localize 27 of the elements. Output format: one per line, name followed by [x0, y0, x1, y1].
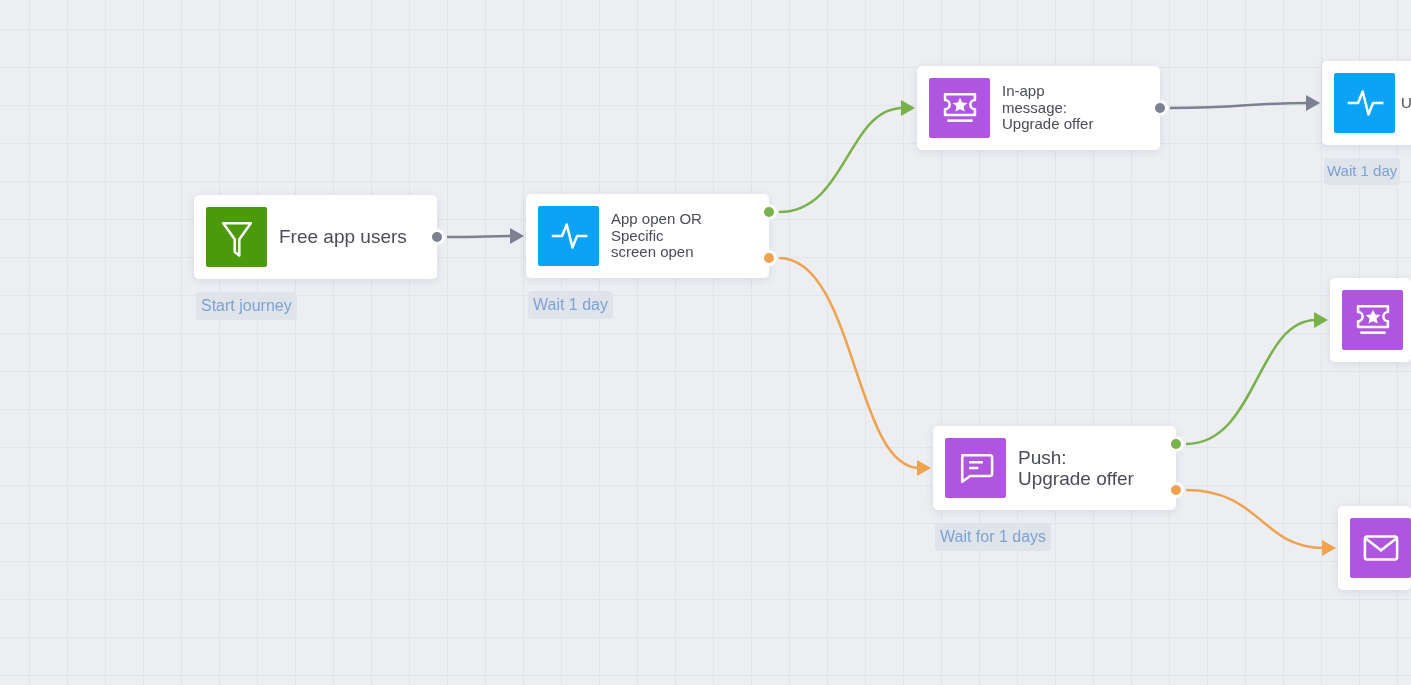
chat-icon [945, 438, 1006, 498]
output-port[interactable] [1168, 482, 1184, 498]
node-title: In-app message: Upgrade offer [1002, 82, 1094, 134]
output-port[interactable] [1168, 436, 1184, 452]
node-card[interactable]: Push: Upgrade offer [933, 426, 1176, 510]
node-title: App open OR Specific screen open [611, 210, 702, 262]
wait-label: Wait 1 day [1324, 158, 1401, 185]
wait-label: Wait for 1 days [935, 523, 1052, 551]
funnel-icon [206, 207, 267, 267]
node-card[interactable]: In-app message: Upgrade offer [917, 66, 1160, 150]
node-title: Free app users [279, 226, 407, 248]
output-port[interactable] [1152, 100, 1168, 116]
node-card[interactable] [1338, 506, 1411, 590]
node-card[interactable]: Free app users [194, 195, 437, 279]
output-port[interactable] [429, 229, 445, 245]
node-card[interactable] [1330, 278, 1411, 362]
output-port[interactable] [761, 204, 777, 220]
envelope-icon [1350, 518, 1411, 578]
node-title: Push: Upgrade offer [1018, 446, 1134, 490]
wait-label: Start journey [196, 292, 297, 320]
node-title: U [1401, 94, 1411, 112]
wait-label: Wait 1 day [528, 291, 613, 319]
pulse-icon [1334, 73, 1395, 133]
node-card[interactable]: App open OR Specific screen open [526, 194, 769, 278]
node-card[interactable]: U [1322, 61, 1411, 145]
output-port[interactable] [761, 250, 777, 266]
pulse-icon [538, 206, 599, 266]
